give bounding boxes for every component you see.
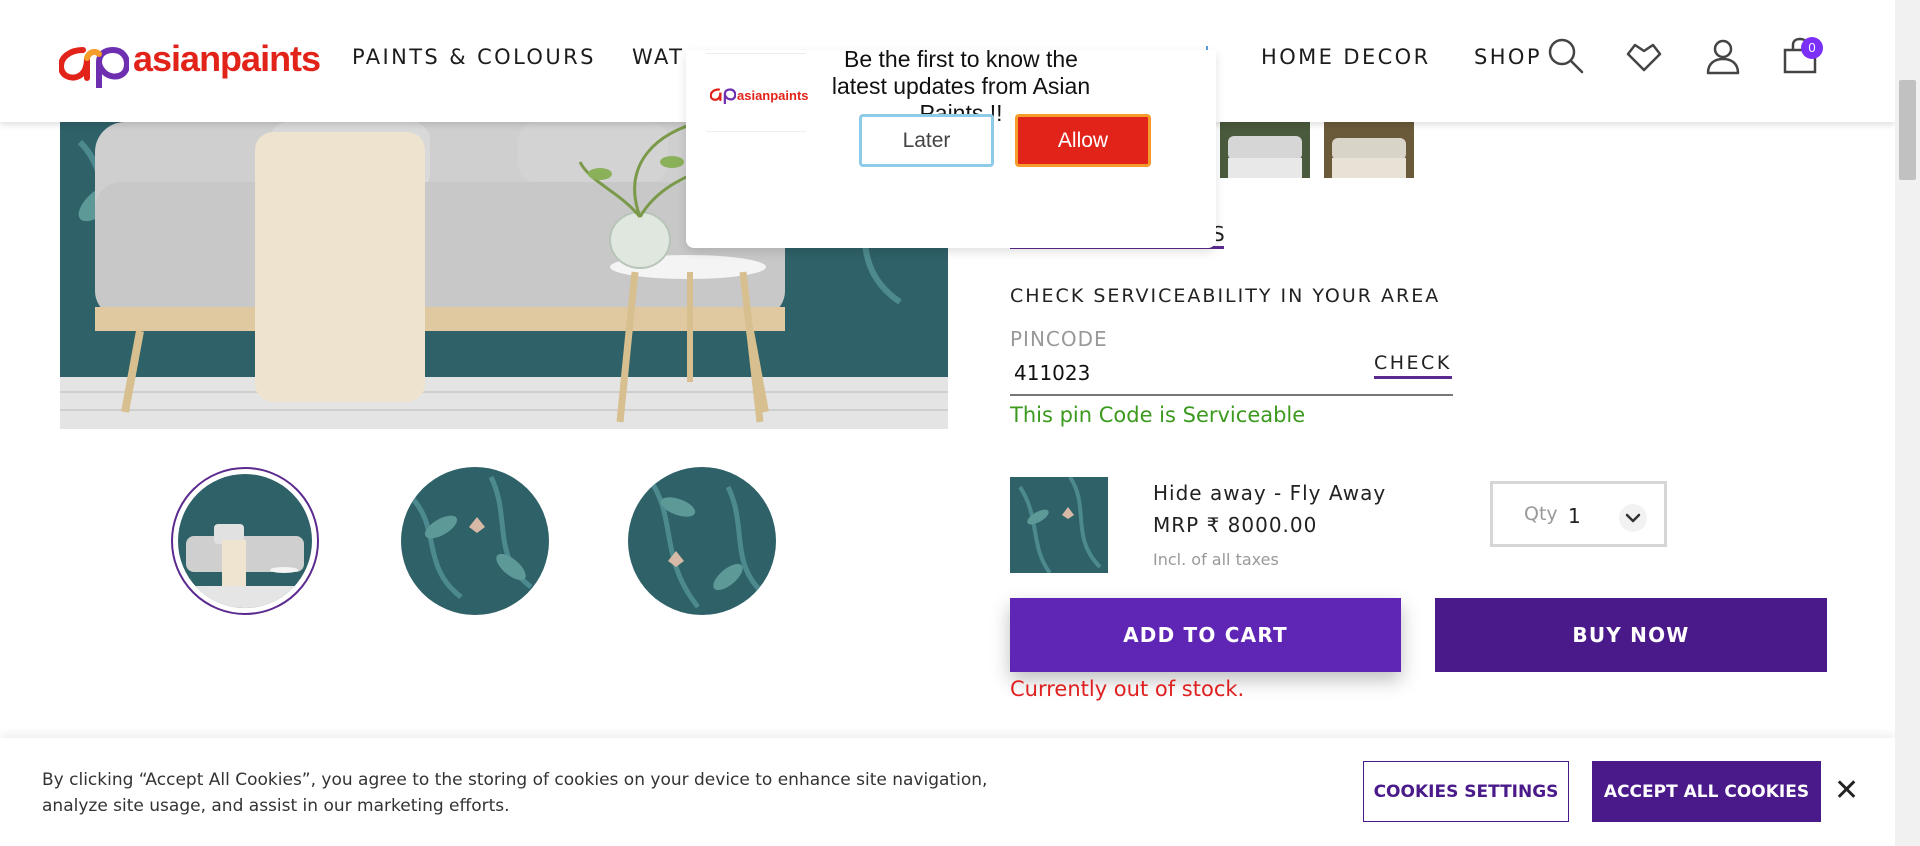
quantity-selector[interactable]: Qty 1 (1490, 481, 1667, 547)
pincode-label: PINCODE (1010, 327, 1108, 351)
preview-thumbnail-1[interactable] (1220, 122, 1310, 178)
stock-status-message: Currently out of stock. (1010, 677, 1245, 701)
wishlist-heart-icon[interactable] (1624, 36, 1664, 76)
close-icon[interactable]: ✕ (1834, 776, 1860, 806)
preview-image-1 (1220, 122, 1310, 178)
thumbnail-pattern-2[interactable] (628, 467, 776, 615)
quantity-label: Qty (1524, 503, 1558, 525)
nav-home-decor[interactable]: HOME DECOR (1261, 45, 1431, 69)
brand-logo[interactable]: asianpaints (57, 36, 321, 91)
search-icon[interactable] (1546, 36, 1586, 76)
check-pincode-button[interactable]: CHECK (1374, 352, 1452, 379)
cookie-consent-text: By clicking “Accept All Cookies”, you ag… (42, 770, 988, 816)
thumbnail-pattern-image-1 (401, 467, 549, 615)
chevron-down-icon[interactable] (1619, 504, 1647, 532)
scrollbar-thumb[interactable] (1899, 80, 1916, 180)
add-to-cart-button[interactable]: ADD TO CART (1010, 598, 1401, 672)
user-account-icon[interactable] (1703, 36, 1743, 76)
accept-all-cookies-button[interactable]: ACCEPT ALL COOKIES (1592, 761, 1821, 822)
quantity-value: 1 (1568, 504, 1581, 528)
notification-logo-text: asianpaints (737, 88, 809, 103)
product-name: Hide away - Fly Away (1153, 481, 1387, 505)
nav-shop[interactable]: SHOP (1474, 45, 1542, 69)
push-notification-prompt: asianpaints Be the first to know the lat… (686, 46, 1216, 248)
thumbnail-room-scene[interactable] (171, 467, 319, 615)
tax-note: Incl. of all taxes (1153, 550, 1279, 569)
cookies-settings-button[interactable]: COOKIES SETTINGS (1363, 761, 1569, 822)
allow-button[interactable]: Allow (1015, 114, 1151, 167)
nav-ways-to-paint[interactable]: WAT (632, 45, 684, 69)
cart-count-badge: 0 (1801, 37, 1823, 59)
cookie-consent-banner: By clicking “Accept All Cookies”, you ag… (0, 738, 1895, 846)
product-price: MRP ₹ 8000.00 (1153, 513, 1318, 537)
later-button[interactable]: Later (859, 114, 994, 167)
preview-image-2 (1324, 122, 1414, 178)
product-thumbnail (1010, 477, 1108, 573)
thumbnail-pattern-image-2 (628, 467, 776, 615)
nav-paints-colours[interactable]: PAINTS & COLOURS (352, 45, 596, 69)
serviceability-title: CHECK SERVICEABILITY IN YOUR AREA (1010, 285, 1441, 307)
logo-mark-icon (710, 88, 736, 104)
serviceable-status-message: This pin Code is Serviceable (1010, 403, 1306, 427)
thumbnail-room-image (178, 474, 312, 608)
buy-now-button[interactable]: BUY NOW (1435, 598, 1827, 672)
page-scrollbar[interactable] (1895, 0, 1920, 846)
product-pattern-image (1010, 477, 1108, 573)
thumbnail-pattern-1[interactable] (401, 467, 549, 615)
notification-logo: asianpaints (706, 53, 809, 132)
logo-mark-icon (57, 46, 131, 91)
logo-text: asianpaints (133, 38, 321, 79)
preview-thumbnail-2[interactable] (1324, 122, 1414, 178)
